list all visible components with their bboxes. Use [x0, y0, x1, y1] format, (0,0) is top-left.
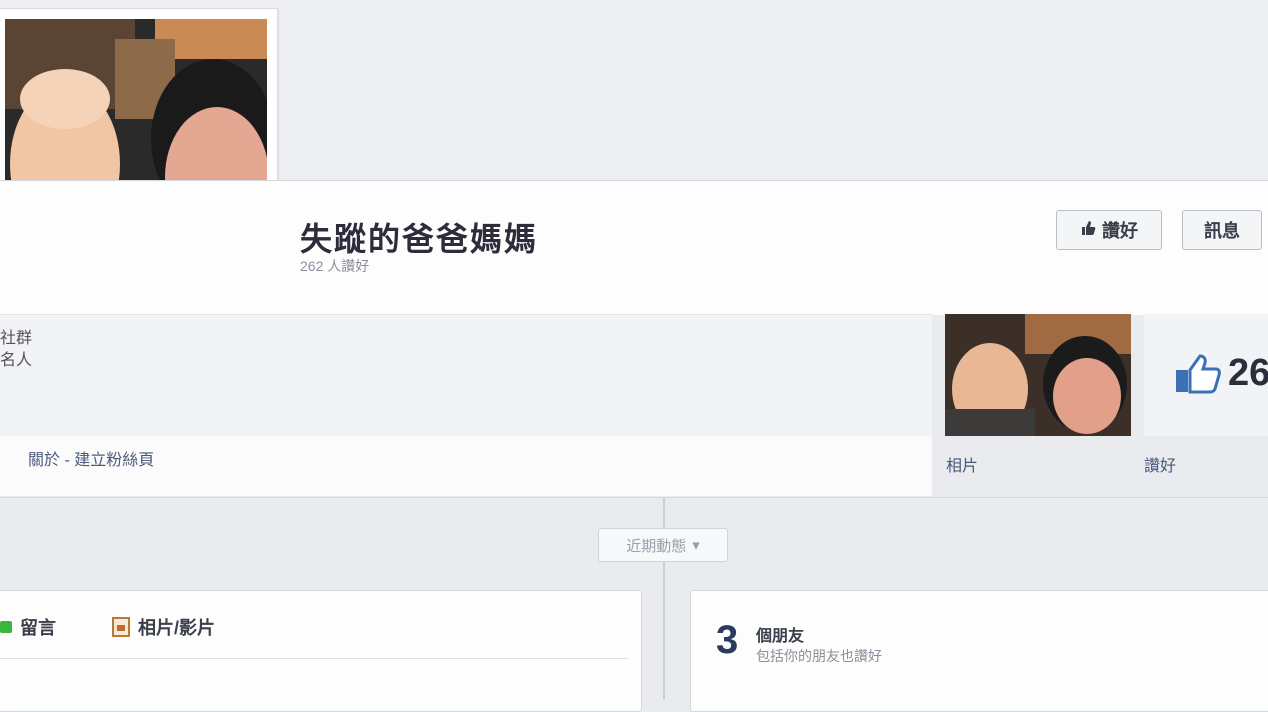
page-category-line: 名人	[0, 352, 33, 369]
section-divider	[0, 497, 1268, 498]
friends-count: 3	[716, 618, 739, 662]
chevron-down-icon: ▾	[692, 537, 700, 554]
photos-thumbnail[interactable]	[945, 314, 1131, 436]
photos-label[interactable]: 相片	[946, 452, 978, 476]
like-page-button[interactable]: 讚好	[1056, 210, 1162, 250]
timeline-filter-label: 近期動態	[626, 537, 687, 555]
page-title: 失蹤的爸爸媽媽	[300, 220, 539, 258]
composer-input[interactable]	[0, 658, 628, 699]
thumbs-up-icon	[1080, 220, 1096, 241]
message-button-label: 訊息	[1204, 221, 1240, 241]
friends-title[interactable]: 個朋友	[756, 622, 804, 646]
about-panel	[0, 314, 932, 437]
composer-tab-status-label: 留言	[20, 618, 56, 638]
like-page-button-label: 讚好	[1102, 221, 1138, 241]
likes-count: 26	[1228, 352, 1268, 394]
photos-thumbnail-image	[945, 314, 1131, 436]
page-category: 社群 名人	[0, 328, 32, 372]
page-category-line: 社群	[0, 330, 33, 347]
message-button[interactable]: 訊息	[1182, 210, 1262, 250]
composer-tab-photo[interactable]: 相片/影片	[112, 614, 215, 640]
friends-subtitle: 包括你的朋友也讚好	[756, 648, 882, 664]
photo-frame-icon	[112, 617, 130, 637]
likes-label[interactable]: 讚好	[1144, 452, 1176, 476]
timeline-filter-dropdown[interactable]: 近期動態 ▾	[598, 528, 728, 562]
composer-tab-photo-label: 相片/影片	[138, 618, 216, 638]
status-square-icon	[0, 621, 12, 633]
page-likes-count[interactable]: 262 人讚好	[300, 256, 369, 276]
about-link[interactable]: 關於 - 建立粉絲頁	[28, 446, 154, 470]
composer-tab-status[interactable]: 留言	[0, 614, 56, 640]
thumbs-up-icon	[1174, 354, 1222, 399]
